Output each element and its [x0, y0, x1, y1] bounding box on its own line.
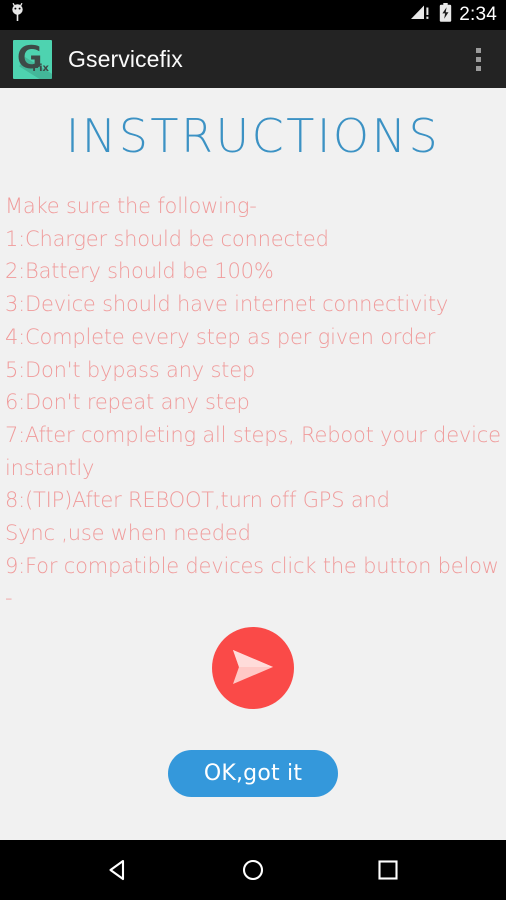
back-triangle-icon[interactable] [90, 842, 146, 898]
fab-container [0, 627, 506, 710]
status-bar-notifications [10, 2, 410, 27]
send-fab-button[interactable] [212, 627, 294, 710]
instruction-line: instantly [5, 455, 95, 480]
instruction-line: Sync ,use when needed [5, 521, 251, 546]
android-navigation-bar [0, 840, 506, 900]
send-icon [230, 647, 276, 690]
instruction-line: - [5, 586, 13, 611]
app-logo-icon: G Fix [13, 39, 52, 79]
instruction-line: 6:Don't repeat any step [5, 390, 250, 415]
primary-button-container: OK,got it [0, 750, 506, 798]
instructions-screen: INSTRUCTIONS Make sure the following- 1:… [0, 88, 506, 840]
signal-bar-warning-icon [410, 4, 432, 26]
status-bar-clock: 2:34 [459, 4, 497, 25]
phone-screen: 2:34 G Fix Gservicefix INSTRUCTIONS Make… [0, 0, 506, 900]
app-logo-subscript: Fix [32, 62, 49, 74]
instruction-line: 7:After completing all steps, Reboot you… [5, 422, 501, 447]
status-bar: 2:34 [0, 0, 506, 30]
status-bar-system-icons: 2:34 [410, 3, 497, 27]
instruction-line: Make sure the following- [5, 194, 257, 218]
overflow-dot [475, 56, 481, 62]
android-notification-icon [10, 2, 25, 27]
battery-charging-icon [439, 3, 452, 27]
page-title: INSTRUCTIONS [65, 109, 441, 163]
instruction-line: 2:Battery should be 100% [5, 259, 274, 284]
instruction-line: 9:For compatible devices click the butto… [5, 553, 499, 578]
overflow-menu-icon[interactable] [463, 37, 493, 81]
overflow-dot [475, 65, 481, 71]
instruction-line: 5:Don't bypass any step [5, 357, 256, 382]
recents-square-icon[interactable] [360, 842, 416, 898]
instruction-line: 4:Complete every step as per given order [5, 324, 436, 349]
app-title: Gservicefix [68, 45, 183, 72]
instruction-line: 1:Charger should be connected [5, 226, 329, 251]
overflow-dot [475, 47, 481, 53]
instructions-list: Make sure the following- 1:Charger shoul… [0, 190, 506, 615]
app-bar: G Fix Gservicefix [0, 30, 506, 88]
ok-got-it-button[interactable]: OK,got it [167, 750, 339, 798]
instruction-line: 8:(TIP)After REBOOT,turn off GPS and [5, 488, 390, 513]
home-circle-icon[interactable] [225, 842, 281, 898]
instruction-line: 3:Device should have internet connectivi… [5, 292, 449, 317]
